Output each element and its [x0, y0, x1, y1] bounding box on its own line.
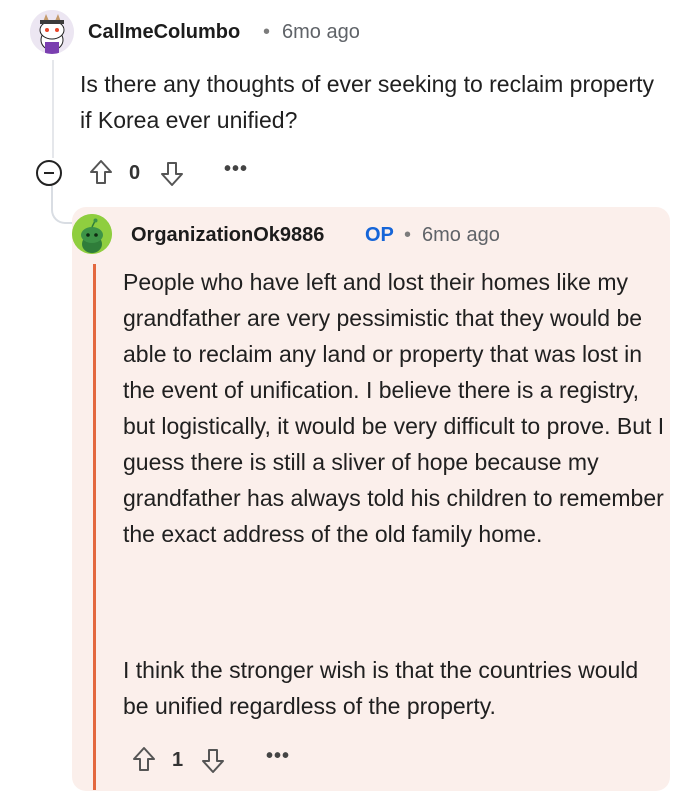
reply-username[interactable]: OrganizationOk9886 — [131, 224, 324, 247]
user-avatar[interactable] — [30, 10, 74, 54]
vote-score: 1 — [172, 749, 184, 771]
user-avatar[interactable] — [72, 214, 112, 254]
snoo-avatar-icon — [30, 10, 74, 54]
downvote-button[interactable] — [159, 160, 185, 188]
vote-score: 0 — [129, 162, 141, 184]
meta-separator: • — [404, 224, 412, 246]
thread-line[interactable] — [52, 60, 54, 158]
comment-username[interactable]: CallmeColumbo — [88, 21, 240, 44]
more-options-button[interactable]: ••• — [266, 745, 290, 768]
upvote-arrow-icon — [90, 160, 112, 184]
downvote-arrow-icon — [202, 749, 224, 773]
reply-body-paragraph: People who have left and lost their home… — [123, 269, 665, 547]
downvote-button[interactable] — [200, 747, 226, 775]
reply-timestamp[interactable]: 6mo ago — [422, 224, 500, 247]
more-options-button[interactable]: ••• — [224, 158, 248, 181]
meta-separator: • — [263, 21, 271, 43]
thread-connector — [51, 186, 73, 224]
upvote-button[interactable] — [131, 745, 157, 773]
comment-body: Is there any thoughts of ever seeking to… — [80, 71, 655, 133]
snoo-avatar-icon — [72, 214, 112, 254]
downvote-arrow-icon — [161, 162, 183, 186]
op-badge: OP — [365, 224, 394, 246]
reply-thread-line[interactable] — [93, 264, 96, 790]
upvote-button[interactable] — [88, 158, 114, 186]
upvote-arrow-icon — [133, 747, 155, 771]
collapse-thread-button[interactable] — [36, 160, 62, 186]
reply-body-paragraph: I think the stronger wish is that the co… — [123, 657, 639, 719]
comment-timestamp[interactable]: 6mo ago — [282, 21, 360, 44]
